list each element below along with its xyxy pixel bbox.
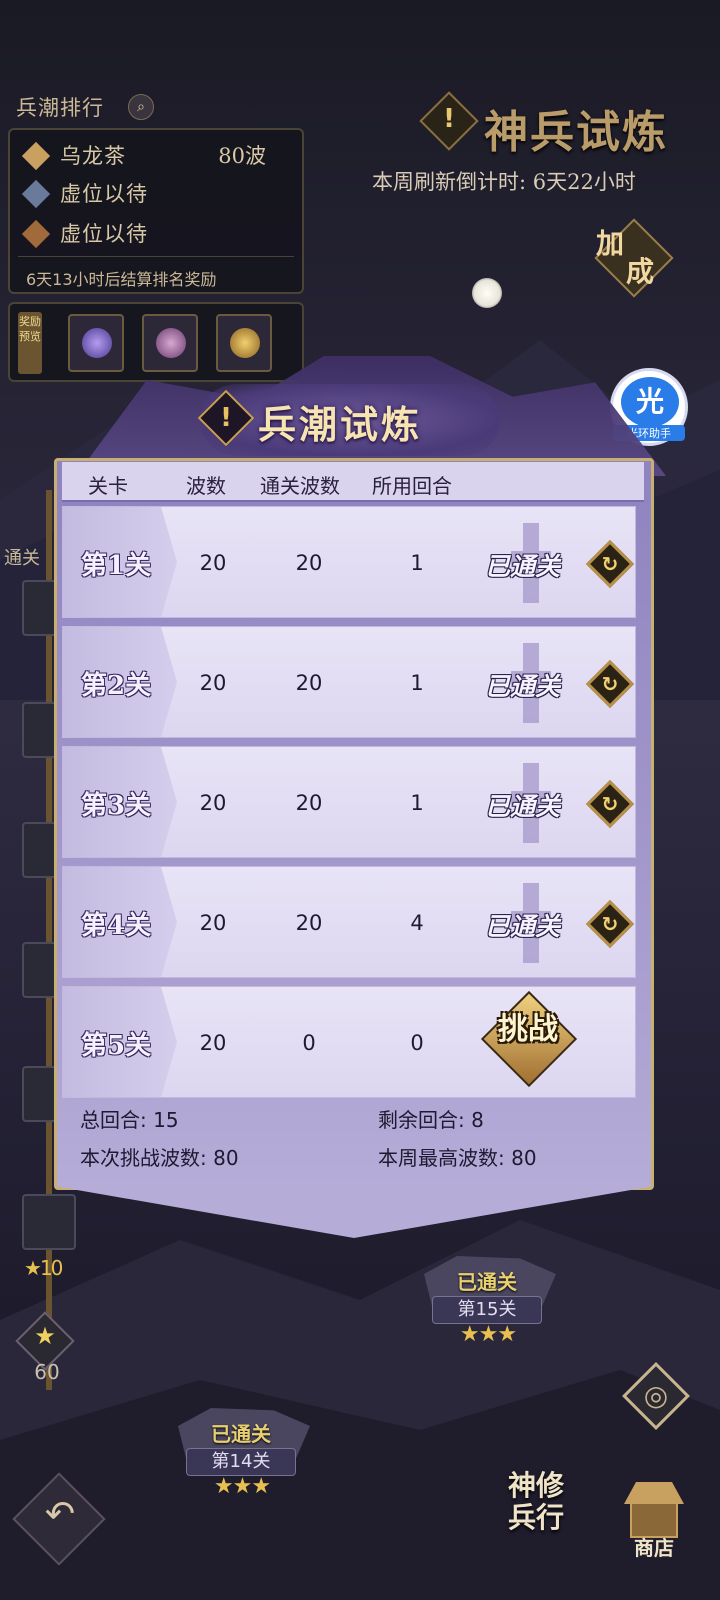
node-stars: ★★★ (459, 1322, 517, 1347)
stage-label: 第1关 (81, 551, 152, 581)
total-rounds: 总回合: 15 (80, 1108, 179, 1132)
cleared-waves-cell: 0 (302, 1031, 316, 1055)
cultivate-button[interactable]: 神修 兵行 (508, 1470, 588, 1550)
map-node-15[interactable]: 已通关 第15关 ★★★ (412, 1256, 562, 1347)
cleared-stamp: 已通关 (485, 792, 561, 821)
rounds-cell: 0 (410, 1031, 424, 1055)
replay-icon: ↻ (601, 792, 619, 816)
cleared-waves-cell: 20 (295, 551, 323, 575)
table-row: 第5关 20 0 0 挑战 (62, 986, 636, 1098)
waves-cell: 20 (199, 671, 227, 695)
table-row: 第3关 20 20 1 已通关 ↻ (62, 746, 636, 858)
node-status: 已通关 (457, 1270, 517, 1294)
table-row: 第4关 20 20 4 已通关 ↻ (62, 866, 636, 978)
partial-label: 通关 (4, 548, 40, 569)
ranking-name: 虚位以待 (60, 222, 148, 246)
node-level: 第15关 (432, 1296, 542, 1324)
back-arrow-icon: ↶ (44, 1494, 76, 1535)
rounds-cell: 1 (410, 671, 424, 695)
exclamation-glyph: ! (443, 104, 455, 134)
bonus-label: 加 成 (596, 230, 676, 286)
node-status: 已通关 (211, 1422, 271, 1446)
current-challenge-waves: 本次挑战波数: 80 (80, 1146, 239, 1170)
gold-ore-icon (230, 328, 260, 358)
helper-logo-icon: 光 (621, 377, 679, 427)
cultivate-label-line2: 兵行 (508, 1501, 565, 1534)
ranking-title: 兵潮排行 (16, 96, 104, 120)
event-title: 神兵试炼 (484, 107, 668, 158)
replay-icon: ↻ (601, 672, 619, 696)
stage-label: 第5关 (81, 1031, 152, 1061)
rank-badge-icon (21, 219, 51, 249)
ranking-entry-3: 虚位以待 (21, 218, 296, 250)
rounds-cell: 4 (410, 911, 424, 935)
cultivate-label-line1: 神修 (508, 1469, 565, 1502)
rounds-cell: 1 (410, 791, 424, 815)
reward-item-token[interactable] (142, 314, 198, 372)
background-hills (0, 1220, 720, 1600)
ranking-score: 80波 (218, 144, 266, 168)
column-header: 关卡 (88, 474, 128, 498)
dialog-title: 兵潮试炼 (258, 402, 423, 447)
stage-label: 第2关 (81, 671, 152, 701)
reward-preview[interactable]: 奖励预览 (8, 302, 304, 382)
reward-preview-label: 奖励预览 (18, 312, 42, 374)
waves-cell: 20 (199, 551, 227, 575)
weekly-best-waves: 本周最高波数: 80 (378, 1146, 537, 1170)
reward-item-crystal[interactable] (68, 314, 124, 372)
stage-label: 第4关 (81, 911, 152, 941)
search-icon[interactable]: ⌕ (128, 94, 154, 120)
side-star-count: ★10 (24, 1256, 63, 1280)
cleared-waves-cell: 20 (295, 791, 323, 815)
bonus-label-line2: 成 (626, 255, 655, 288)
table-row: 第1关 20 20 1 已通关 ↻ (62, 506, 636, 618)
cleared-stamp: 已通关 (485, 912, 561, 941)
replay-icon: ↻ (601, 912, 619, 936)
cleared-stamp: 已通关 (485, 672, 561, 701)
waves-cell: 20 (199, 1031, 227, 1055)
gear-icon: ◎ (643, 1379, 669, 1412)
cleared-stamp: 已通关 (485, 552, 561, 581)
shop-icon (624, 1482, 684, 1504)
ranking-settlement-note: 6天13小时后结算排名奖励 (26, 270, 217, 289)
shop-label: 商店 (634, 1536, 674, 1560)
remaining-rounds: 剩余回合: 8 (378, 1108, 484, 1132)
ranking-name: 虚位以待 (60, 182, 148, 206)
cleared-waves-cell: 20 (295, 671, 323, 695)
cleared-waves-cell: 20 (295, 911, 323, 935)
stage-label: 第3关 (81, 791, 152, 821)
challenge-label: 挑战 (498, 1012, 558, 1047)
column-header: 通关波数 (260, 474, 340, 498)
rounds-cell: 1 (410, 551, 424, 575)
column-header: 所用回合 (372, 474, 452, 498)
divider (18, 256, 294, 257)
bonus-label-line1: 加 (596, 227, 625, 260)
ranking-entry-1[interactable]: 乌龙茶 80波 (21, 140, 296, 172)
waves-cell: 20 (199, 791, 227, 815)
map-node-14[interactable]: 已通关 第14关 ★★★ (166, 1408, 316, 1499)
token-icon (156, 328, 186, 358)
replay-icon: ↻ (601, 552, 619, 576)
side-reward-icon[interactable] (22, 1194, 76, 1250)
rank-badge-icon (21, 141, 51, 171)
reward-item-gold[interactable] (216, 314, 272, 372)
ranking-panel: 乌龙茶 80波 虚位以待 虚位以待 6天13小时后结算排名奖励 (8, 128, 304, 294)
crystal-icon (82, 328, 112, 358)
rank-badge-icon (21, 179, 51, 209)
node-stars: ★★★ (213, 1474, 271, 1499)
star-icon: ★ (34, 1322, 56, 1350)
ranking-name: 乌龙茶 (60, 144, 126, 168)
waves-cell: 20 (199, 911, 227, 935)
exclamation-glyph: ! (220, 403, 232, 433)
table-header: 关卡 波数 通关波数 所用回合 (62, 462, 644, 502)
node-level: 第14关 (186, 1448, 296, 1476)
table-row: 第2关 20 20 1 已通关 ↻ (62, 626, 636, 738)
shop-button[interactable]: 商店 (618, 1476, 690, 1566)
refresh-countdown: 本周刷新倒计时: 6天22小时 (372, 170, 636, 194)
star-milestone-count: 60 (34, 1360, 60, 1384)
ranking-entry-2: 虚位以待 (21, 178, 296, 210)
column-header: 波数 (186, 474, 226, 498)
